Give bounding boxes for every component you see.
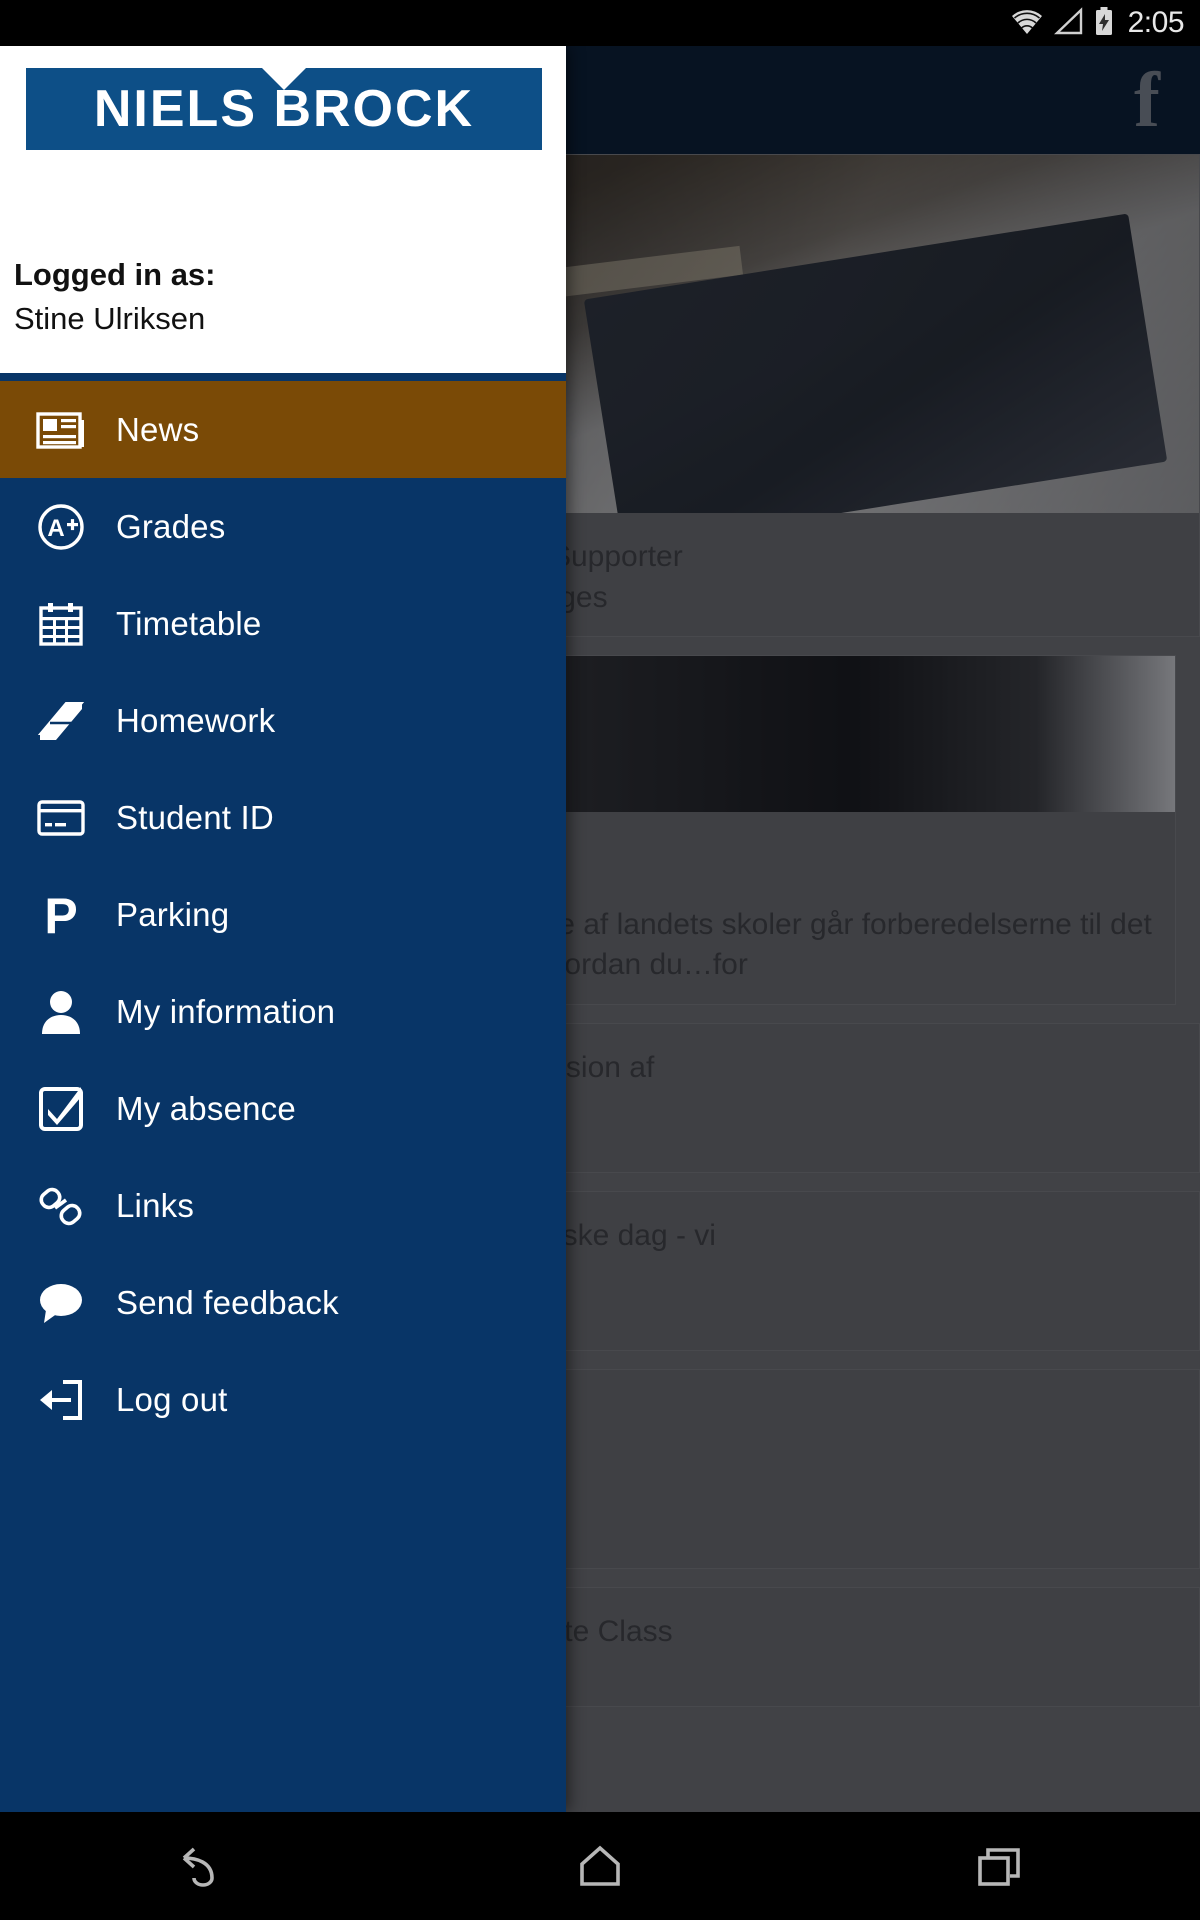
status-bar-clock: 2:05 <box>1127 6 1185 39</box>
sidebar-item-my-information[interactable]: My information <box>0 963 566 1060</box>
logo-text: NIELS BROCK <box>93 80 475 138</box>
home-button[interactable] <box>525 1812 675 1920</box>
sidebar-item-news[interactable]: News <box>0 381 566 478</box>
logout-icon <box>30 1369 92 1431</box>
sidebar-item-label: Student ID <box>116 798 274 836</box>
sidebar-item-label: My information <box>116 992 336 1030</box>
link-icon <box>30 1175 92 1237</box>
logo-notch-icon <box>262 68 306 90</box>
device-screen: f tens lave noget alligevel som vores ny… <box>0 0 1200 1920</box>
calendar-icon <box>30 593 92 655</box>
speech-bubble-icon <box>30 1272 92 1334</box>
sidebar-item-links[interactable]: Links <box>0 1157 566 1254</box>
person-icon <box>30 981 92 1043</box>
sidebar-item-student-id[interactable]: Student ID <box>0 769 566 866</box>
sidebar-item-log-out[interactable]: Log out <box>0 1351 566 1448</box>
android-nav-bar <box>0 1812 1200 1920</box>
logged-in-label: Logged in as: <box>14 256 216 292</box>
recents-button[interactable] <box>925 1812 1075 1920</box>
cell-signal-icon <box>1053 6 1084 40</box>
sidebar-item-label: Log out <box>116 1380 228 1418</box>
back-button[interactable] <box>125 1812 275 1920</box>
niels-brock-logo: NIELS BROCK <box>26 68 542 150</box>
logged-in-block: Logged in as: Stine Ulriksen <box>14 256 216 339</box>
drawer-menu: News A Grades Timetable Homework Student… <box>0 381 566 1812</box>
newspaper-icon <box>30 399 92 461</box>
sidebar-item-my-absence[interactable]: My absence <box>0 1060 566 1157</box>
a-plus-icon: A <box>30 496 92 558</box>
id-card-icon <box>30 787 92 849</box>
checkbox-icon <box>30 1078 92 1140</box>
sidebar-item-label: My absence <box>116 1089 296 1127</box>
book-icon <box>30 690 92 752</box>
parking-icon: P <box>30 884 92 946</box>
sidebar-item-label: News <box>116 410 200 448</box>
sidebar-item-grades[interactable]: A Grades <box>0 478 566 575</box>
sidebar-item-send-feedback[interactable]: Send feedback <box>0 1254 566 1351</box>
logo-wrap: NIELS BROCK <box>0 46 566 150</box>
status-bar: 2:05 <box>0 0 1200 46</box>
sidebar-item-label: Timetable <box>116 604 262 642</box>
drawer-divider <box>0 373 566 381</box>
sidebar-item-label: Grades <box>116 507 226 545</box>
sidebar-item-parking[interactable]: P Parking <box>0 866 566 963</box>
sidebar-item-homework[interactable]: Homework <box>0 672 566 769</box>
battery-icon <box>1094 6 1114 41</box>
sidebar-item-label: Parking <box>116 895 230 933</box>
wifi-icon <box>1010 7 1044 40</box>
sidebar-item-label: Links <box>116 1186 195 1224</box>
sidebar-item-label: Homework <box>116 701 276 739</box>
svg-text:P: P <box>44 889 77 941</box>
sidebar-item-label: Send feedback <box>116 1283 339 1321</box>
logged-in-user: Stine Ulriksen <box>14 300 206 336</box>
navigation-drawer: NIELS BROCK Logged in as: Stine Ulriksen… <box>0 46 566 1812</box>
drawer-header: NIELS BROCK Logged in as: Stine Ulriksen <box>0 46 566 373</box>
sidebar-item-timetable[interactable]: Timetable <box>0 575 566 672</box>
svg-text:A: A <box>47 515 64 542</box>
